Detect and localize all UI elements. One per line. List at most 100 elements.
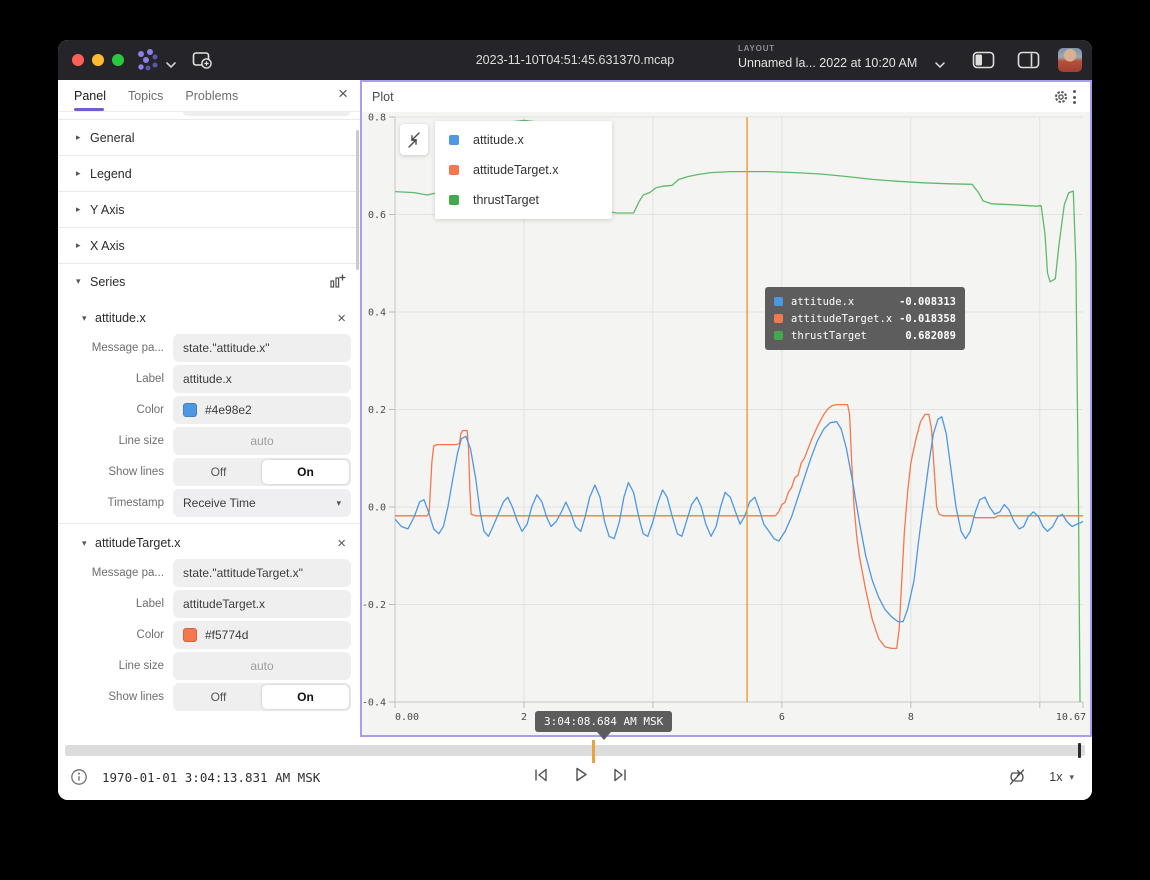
add-series-icon[interactable] bbox=[329, 273, 346, 290]
field-label: Color bbox=[58, 404, 173, 416]
title-field[interactable]: Plot bbox=[182, 112, 351, 116]
section-series[interactable]: ▾ Series bbox=[58, 263, 360, 299]
field-input[interactable]: auto bbox=[173, 652, 351, 680]
tab-problems[interactable]: Problems bbox=[185, 80, 238, 111]
playback-right-controls: 1x ▾ bbox=[1005, 765, 1074, 789]
legend-color-swatch bbox=[449, 135, 459, 145]
color-field[interactable]: #4e98e2 bbox=[173, 396, 351, 424]
current-timestamp: 1970-01-01 3:04:13.831 AM MSK bbox=[102, 770, 320, 785]
panel-settings-sidebar: Panel Topics Problems × Title Plot ▸Gene… bbox=[58, 80, 360, 737]
remove-series-icon[interactable]: × bbox=[337, 536, 346, 551]
chevron-right-icon: ▸ bbox=[76, 168, 90, 179]
select-value: Receive Time bbox=[183, 496, 336, 510]
field-input[interactable]: attitude.x bbox=[173, 365, 351, 393]
legend-item-label: attitudeTarget.x bbox=[473, 163, 558, 177]
field-row-line-size: Line sizeauto bbox=[58, 427, 360, 455]
settings-sections: ▸General▸Legend▸Y Axis▸X Axis bbox=[58, 119, 360, 263]
svg-text:6: 6 bbox=[779, 712, 785, 723]
chevron-down-icon: ▾ bbox=[76, 276, 90, 287]
close-sidebar-icon[interactable]: × bbox=[338, 84, 348, 104]
user-avatar[interactable] bbox=[1058, 48, 1082, 72]
play-button[interactable] bbox=[569, 763, 592, 786]
section-label: General bbox=[90, 131, 346, 145]
chevron-down-icon: ▾ bbox=[82, 313, 95, 324]
playback-bar: 1970-01-01 3:04:13.831 AM MSK bbox=[58, 737, 1092, 800]
seek-backward-button[interactable] bbox=[530, 764, 552, 786]
chevron-right-icon: ▸ bbox=[76, 132, 90, 143]
svg-text:10.67: 10.67 bbox=[1056, 712, 1086, 723]
tab-topics[interactable]: Topics bbox=[128, 80, 163, 111]
tab-panel[interactable]: Panel bbox=[74, 80, 106, 111]
transport-controls bbox=[530, 763, 631, 786]
info-icon[interactable] bbox=[70, 768, 88, 791]
series-header-attitudeTarget.x[interactable]: ▾attitudeTarget.x× bbox=[58, 530, 360, 556]
chevron-down-icon: ▾ bbox=[1069, 772, 1074, 783]
field-input[interactable]: state."attitudeTarget.x" bbox=[173, 559, 351, 587]
field-input[interactable]: auto bbox=[173, 427, 351, 455]
legend-item-attitude.x[interactable]: attitude.x bbox=[435, 125, 612, 155]
show-lines-toggle[interactable]: OffOn bbox=[173, 683, 351, 711]
chevron-down-icon: ▾ bbox=[336, 498, 341, 509]
svg-text:0.8: 0.8 bbox=[368, 113, 386, 124]
playback-scrubber[interactable] bbox=[65, 745, 1085, 756]
field-input[interactable]: state."attitude.x" bbox=[173, 334, 351, 362]
section-y-axis[interactable]: ▸Y Axis bbox=[58, 191, 360, 227]
sidebar-scrollbar[interactable] bbox=[356, 130, 359, 270]
chevron-right-icon: ▸ bbox=[76, 240, 90, 251]
timestamp-select[interactable]: Receive Time▾ bbox=[173, 489, 351, 517]
section-general[interactable]: ▸General bbox=[58, 119, 360, 155]
series-header-attitude.x[interactable]: ▾attitude.x× bbox=[58, 305, 360, 331]
color-field[interactable]: #f5774d bbox=[173, 621, 351, 649]
remove-series-icon[interactable]: × bbox=[337, 311, 346, 326]
field-row-message-pa-: Message pa...state."attitudeTarget.x" bbox=[58, 559, 360, 587]
field-label: Show lines bbox=[58, 691, 173, 703]
layout-chevron-icon[interactable] bbox=[935, 56, 945, 74]
plot-panel[interactable]: Plot 0.80.60.40.20.0-0.2-0.40.0026810.67 bbox=[360, 80, 1092, 737]
chart-area[interactable]: 0.80.60.40.20.0-0.2-0.40.0026810.67 atti… bbox=[362, 112, 1090, 735]
legend-item-label: attitude.x bbox=[473, 133, 524, 147]
main-area: Panel Topics Problems × Title Plot ▸Gene… bbox=[58, 80, 1092, 737]
clipped-title-row: Title Plot bbox=[58, 112, 360, 119]
toggle-option-on[interactable]: On bbox=[262, 460, 349, 484]
right-sidebar-toggle-icon[interactable] bbox=[1017, 51, 1040, 74]
loop-off-icon[interactable] bbox=[1005, 765, 1029, 789]
section-x-axis[interactable]: ▸X Axis bbox=[58, 227, 360, 263]
legend-item-thrustTarget[interactable]: thrustTarget bbox=[435, 185, 612, 215]
section-legend[interactable]: ▸Legend bbox=[58, 155, 360, 191]
svg-text:-0.2: -0.2 bbox=[362, 600, 386, 611]
series-divider bbox=[58, 523, 360, 524]
svg-text:0.00: 0.00 bbox=[395, 712, 419, 723]
toggle-option-off[interactable]: Off bbox=[175, 685, 262, 709]
field-row-color: Color#4e98e2 bbox=[58, 396, 360, 424]
seek-forward-button[interactable] bbox=[609, 764, 631, 786]
section-label: Legend bbox=[90, 167, 346, 181]
svg-text:0.4: 0.4 bbox=[368, 308, 386, 319]
field-input[interactable]: attitudeTarget.x bbox=[173, 590, 351, 618]
legend-color-swatch bbox=[449, 195, 459, 205]
field-label: Show lines bbox=[58, 466, 173, 478]
field-row-line-size: Line sizeauto bbox=[58, 652, 360, 680]
left-sidebar-toggle-icon[interactable] bbox=[972, 51, 995, 74]
legend-collapse-button[interactable] bbox=[400, 124, 428, 155]
legend-item-label: thrustTarget bbox=[473, 193, 539, 207]
field-row-show-lines: Show linesOffOn bbox=[58, 683, 360, 711]
toggle-option-off[interactable]: Off bbox=[175, 460, 262, 484]
color-hex: #f5774d bbox=[205, 628, 248, 642]
scrubber-end-marker bbox=[1078, 743, 1081, 758]
layout-selector[interactable]: LAYOUT Unnamed la... 2022 at 10:20 AM bbox=[738, 45, 917, 70]
series-name: attitudeTarget.x bbox=[95, 536, 337, 550]
field-label: Label bbox=[58, 373, 173, 385]
color-swatch[interactable] bbox=[183, 403, 197, 417]
show-lines-toggle[interactable]: OffOn bbox=[173, 458, 351, 486]
more-options-icon[interactable] bbox=[1069, 88, 1080, 106]
gear-icon[interactable] bbox=[1053, 89, 1069, 105]
collapse-arrows-icon bbox=[405, 130, 423, 150]
toggle-option-on[interactable]: On bbox=[262, 685, 349, 709]
color-swatch[interactable] bbox=[183, 628, 197, 642]
playback-speed-selector[interactable]: 1x ▾ bbox=[1049, 770, 1074, 784]
scrubber-playhead-marker bbox=[592, 740, 595, 763]
field-label: Message pa... bbox=[58, 567, 173, 579]
legend-item-attitudeTarget.x[interactable]: attitudeTarget.x bbox=[435, 155, 612, 185]
field-row-timestamp: TimestampReceive Time▾ bbox=[58, 489, 360, 517]
field-label: Line size bbox=[58, 435, 173, 447]
